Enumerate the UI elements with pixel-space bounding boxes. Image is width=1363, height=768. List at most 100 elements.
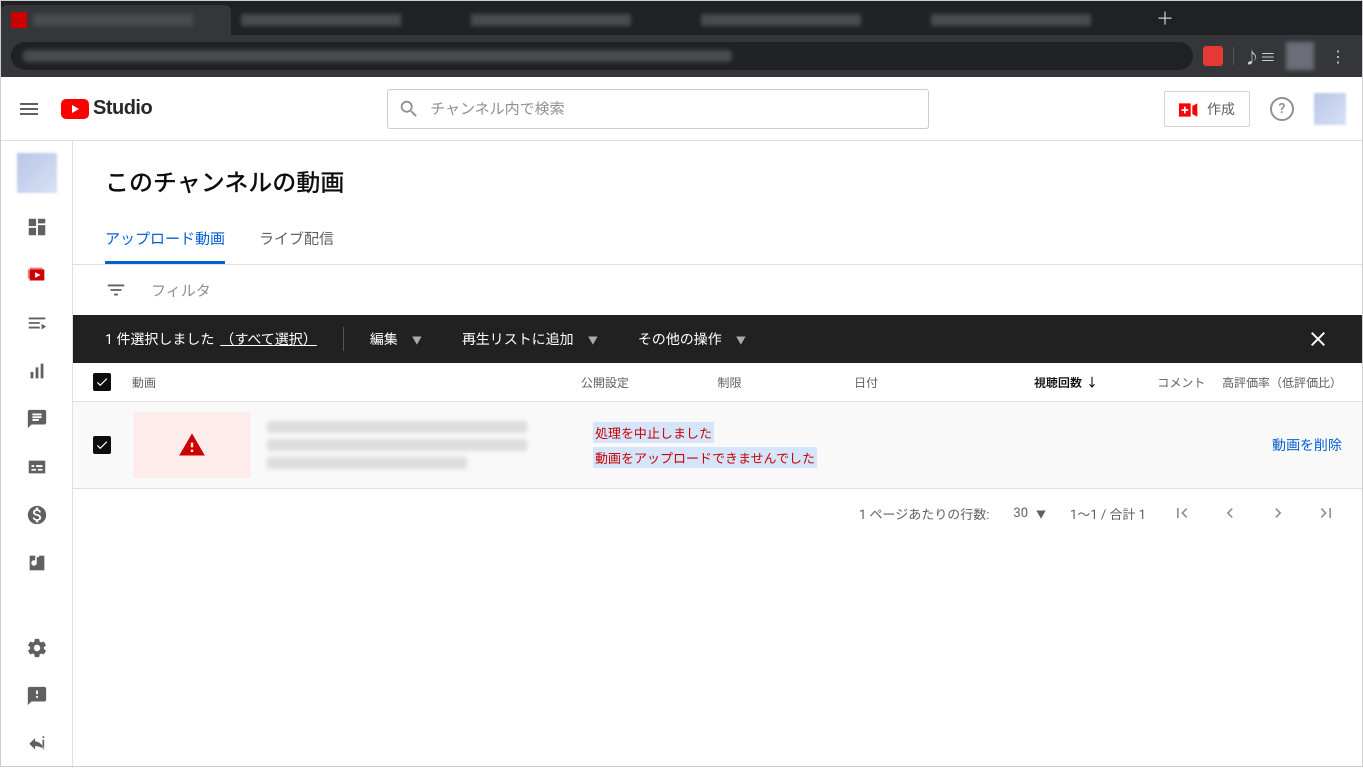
bulk-edit-label: 編集	[370, 329, 398, 349]
col-comments[interactable]: コメント	[1098, 374, 1205, 391]
tab-title-redacted	[471, 14, 631, 26]
warning-icon	[178, 431, 206, 459]
nav-content[interactable]	[1, 251, 73, 299]
bulk-add-playlist-button[interactable]: 再生リストに追加 ▼	[462, 329, 598, 349]
filter-icon	[105, 279, 127, 301]
search-input[interactable]	[430, 100, 918, 118]
nav-dashboard[interactable]	[1, 203, 73, 251]
table-header: 動画 公開設定 制限 日付 視聴回数 ↓ コメント 高評価率（低評価比）	[73, 363, 1362, 402]
tab-favicon	[11, 12, 27, 28]
new-tab-button[interactable]: ＋	[1151, 5, 1179, 31]
bulk-edit-button[interactable]: 編集 ▼	[370, 329, 422, 349]
browser-tab[interactable]	[691, 5, 921, 35]
browser-tab[interactable]	[231, 5, 461, 35]
menu-icon[interactable]	[17, 97, 41, 121]
browser-tab[interactable]	[1, 5, 231, 35]
nav-creator-studio-classic[interactable]	[1, 720, 73, 768]
logo-text: Studio	[93, 97, 152, 120]
help-icon[interactable]: ?	[1270, 97, 1294, 121]
browser-profile-avatar[interactable]	[1286, 42, 1314, 70]
chevron-down-icon: ▼	[588, 332, 598, 347]
nav-feedback[interactable]	[1, 672, 73, 720]
browser-menu-icon[interactable]: ⋮	[1324, 47, 1352, 66]
create-button[interactable]: 作成	[1164, 91, 1250, 127]
bulk-more-label: その他の操作	[638, 329, 722, 349]
tab-title-redacted	[33, 14, 193, 26]
rows-per-page-select[interactable]: 30 ▼	[1013, 506, 1046, 521]
separator	[343, 327, 344, 351]
page-title: このチャンネルの動画	[73, 141, 1362, 204]
rows-per-page-value: 30	[1013, 506, 1028, 521]
browser-tab-strip: ＋	[1, 1, 1362, 35]
nav-audio-library[interactable]	[1, 539, 73, 587]
tab-uploads[interactable]: アップロード動画	[105, 216, 225, 264]
col-likes[interactable]: 高評価率（低評価比）	[1205, 374, 1342, 391]
address-bar[interactable]	[11, 42, 1193, 70]
col-views-label: 視聴回数	[1034, 374, 1082, 391]
bulk-more-button[interactable]: その他の操作 ▼	[638, 329, 746, 349]
channel-avatar[interactable]	[17, 153, 57, 193]
search-icon	[398, 98, 420, 120]
browser-tab[interactable]	[921, 5, 1151, 35]
col-date[interactable]: 日付	[854, 374, 981, 391]
table-row[interactable]: 処理を中止しました 動画をアップロードできませんでした 動画を削除	[73, 402, 1362, 489]
first-page-button[interactable]	[1170, 501, 1194, 525]
bulk-selected-count: 1 件選択しました	[105, 329, 214, 349]
status-processing-aborted: 処理を中止しました	[593, 422, 714, 443]
nav-comments[interactable]	[1, 395, 73, 443]
nav-playlists[interactable]	[1, 299, 73, 347]
sort-down-icon: ↓	[1086, 374, 1098, 391]
chevron-down-icon: ▼	[412, 332, 422, 347]
col-visibility[interactable]: 公開設定	[581, 374, 718, 391]
nav-settings[interactable]	[1, 624, 73, 672]
chevron-down-icon: ▼	[736, 332, 746, 347]
url-redacted	[23, 50, 732, 62]
tab-title-redacted	[701, 14, 861, 26]
tab-live[interactable]: ライブ配信	[259, 216, 334, 264]
video-title-redacted	[267, 421, 527, 469]
nav-analytics[interactable]	[1, 347, 73, 395]
youtube-play-icon	[61, 99, 89, 119]
bulk-select-all[interactable]: （すべて選択）	[220, 329, 316, 349]
bulk-playlist-label: 再生リストに追加	[462, 329, 574, 349]
search-box[interactable]	[387, 89, 929, 129]
youtube-studio-logo[interactable]: Studio	[61, 97, 152, 120]
select-all-checkbox[interactable]	[93, 373, 111, 391]
tab-title-redacted	[241, 14, 401, 26]
chevron-down-icon: ▼	[1036, 506, 1046, 521]
page-range: 1～1 / 合計 1	[1070, 504, 1146, 523]
next-page-button[interactable]	[1266, 501, 1290, 525]
pagination: 1 ページあたりの行数: 30 ▼ 1～1 / 合計 1	[73, 489, 1362, 537]
col-restrictions[interactable]: 制限	[718, 374, 855, 391]
col-video[interactable]: 動画	[132, 374, 581, 391]
last-page-button[interactable]	[1314, 501, 1338, 525]
status-upload-failed: 動画をアップロードできませんでした	[593, 447, 817, 468]
checkmark-icon	[95, 375, 109, 389]
main-content: このチャンネルの動画 アップロード動画 ライブ配信 フィルタ 1 件選択しました…	[73, 141, 1362, 768]
filter-bar[interactable]: フィルタ	[73, 265, 1362, 315]
tab-title-redacted	[931, 14, 1091, 26]
video-thumbnail-error	[133, 412, 251, 478]
checkmark-icon	[95, 438, 109, 452]
content-tabs: アップロード動画 ライブ配信	[73, 216, 1362, 265]
row-checkbox[interactable]	[93, 436, 111, 454]
media-control-icon[interactable]: ♪≡	[1244, 44, 1276, 68]
separator	[1233, 47, 1234, 65]
account-avatar[interactable]	[1314, 93, 1346, 125]
browser-tab[interactable]	[461, 5, 691, 35]
col-views[interactable]: 視聴回数 ↓	[981, 374, 1098, 391]
extension-icon[interactable]	[1203, 46, 1223, 66]
rows-per-page-label: 1 ページあたりの行数:	[859, 504, 989, 523]
bulk-action-bar: 1 件選択しました （すべて選択） 編集 ▼ 再生リストに追加 ▼ その他の操作…	[73, 315, 1362, 363]
browser-toolbar: ♪≡ ⋮	[1, 35, 1362, 77]
delete-video-link[interactable]: 動画を削除	[1272, 438, 1342, 454]
sidebar	[1, 141, 73, 768]
create-video-icon	[1179, 102, 1199, 116]
nav-subtitles[interactable]	[1, 443, 73, 491]
prev-page-button[interactable]	[1218, 501, 1242, 525]
close-icon[interactable]	[1306, 327, 1330, 351]
app-header: Studio 作成 ?	[1, 77, 1362, 141]
nav-monetization[interactable]	[1, 491, 73, 539]
create-label: 作成	[1207, 99, 1235, 119]
filter-label: フィルタ	[151, 280, 211, 301]
